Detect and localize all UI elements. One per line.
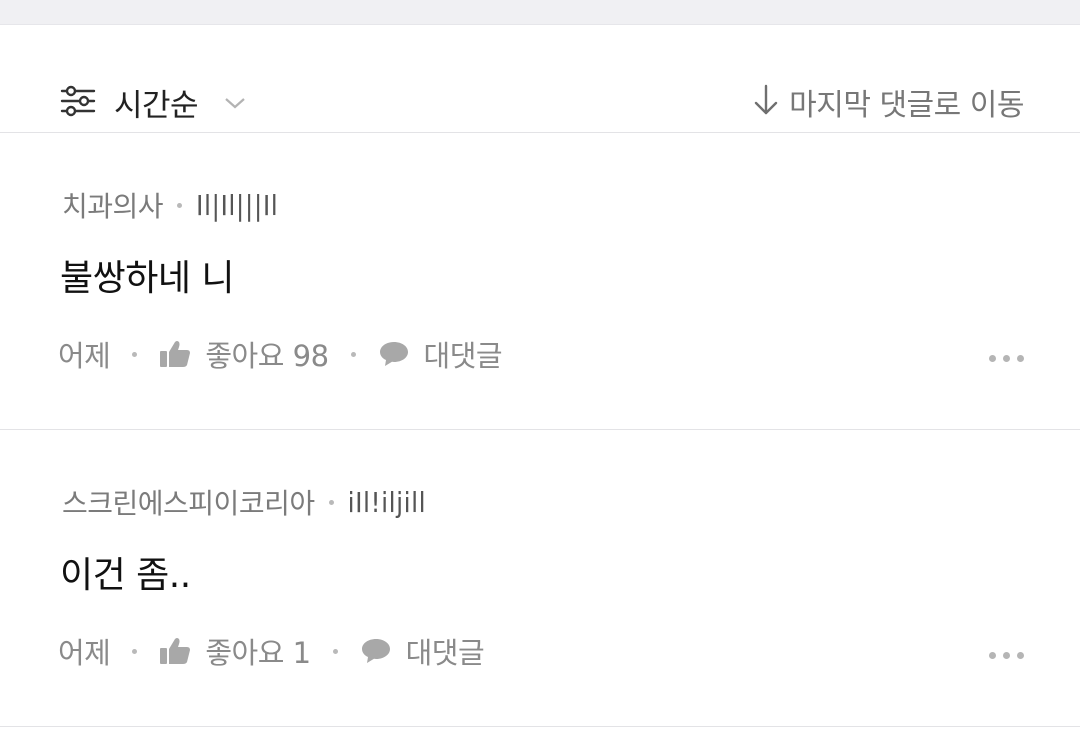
chevron-down-icon — [224, 95, 246, 114]
comment-time: 어제 — [58, 636, 111, 670]
comment-item: 치과의사 Il|Il|||Il 불쌍하네 니 어제 좋아요 98 대댓글 — [0, 133, 1080, 430]
comment-time: 어제 — [58, 339, 111, 373]
reply-button[interactable]: 대댓글 — [378, 333, 503, 375]
more-dot — [989, 652, 996, 659]
more-options-button[interactable] — [989, 652, 1024, 659]
comment-meta: 치과의사 Il|Il|||Il — [62, 185, 278, 225]
top-strip — [0, 0, 1080, 25]
like-button[interactable]: 좋아요 98 — [159, 333, 329, 375]
like-label: 좋아요 98 — [205, 339, 329, 373]
sliders-icon — [60, 85, 96, 121]
user-badge: Il|Il|||Il — [196, 188, 279, 222]
speech-bubble-icon — [379, 342, 408, 366]
thumbs-up-icon — [160, 638, 191, 664]
more-dot — [989, 355, 996, 362]
more-dot — [1003, 355, 1010, 362]
separator-dot — [328, 499, 334, 505]
sort-label: 시간순 — [114, 88, 199, 124]
more-dot — [1003, 652, 1010, 659]
speech-bubble-icon — [361, 639, 390, 663]
user-badge: iIl!iljill — [347, 485, 427, 519]
separator-dot — [132, 648, 138, 654]
comment-actions: 어제 좋아요 98 대댓글 — [58, 333, 503, 375]
comment-toolbar: 시간순 마지막 댓글로 이동 — [0, 25, 1080, 133]
thumbs-up-icon — [160, 341, 191, 367]
like-button[interactable]: 좋아요 1 — [159, 630, 311, 672]
comment-text: 불쌍하네 니 — [60, 258, 235, 299]
more-options-button[interactable] — [989, 355, 1024, 362]
more-dot — [1017, 652, 1024, 659]
comment-actions: 어제 좋아요 1 대댓글 — [58, 630, 485, 672]
separator-dot — [332, 648, 338, 654]
like-label: 좋아요 1 — [205, 636, 311, 670]
comment-author[interactable]: 스크린에스피이코리아 — [62, 482, 315, 522]
separator-dot — [177, 202, 183, 208]
comment-item: 스크린에스피이코리아 iIl!iljill 이건 좀.. 어제 좋아요 1 대댓… — [0, 430, 1080, 727]
reply-label: 대댓글 — [405, 636, 485, 670]
more-dot — [1017, 355, 1024, 362]
reply-button[interactable]: 대댓글 — [360, 630, 485, 672]
comment-text: 이건 좀.. — [60, 555, 191, 596]
reply-label: 대댓글 — [423, 339, 503, 373]
separator-dot — [132, 351, 138, 357]
comment-meta: 스크린에스피이코리아 iIl!iljill — [62, 482, 426, 522]
jump-label: 마지막 댓글로 이동 — [789, 88, 1024, 123]
sort-dropdown[interactable]: 시간순 — [60, 80, 246, 125]
comment-author[interactable]: 치과의사 — [62, 185, 164, 225]
separator-dot — [350, 351, 356, 357]
arrow-down-icon — [753, 83, 779, 121]
jump-to-last-comment-button[interactable]: 마지막 댓글로 이동 — [753, 80, 1024, 124]
